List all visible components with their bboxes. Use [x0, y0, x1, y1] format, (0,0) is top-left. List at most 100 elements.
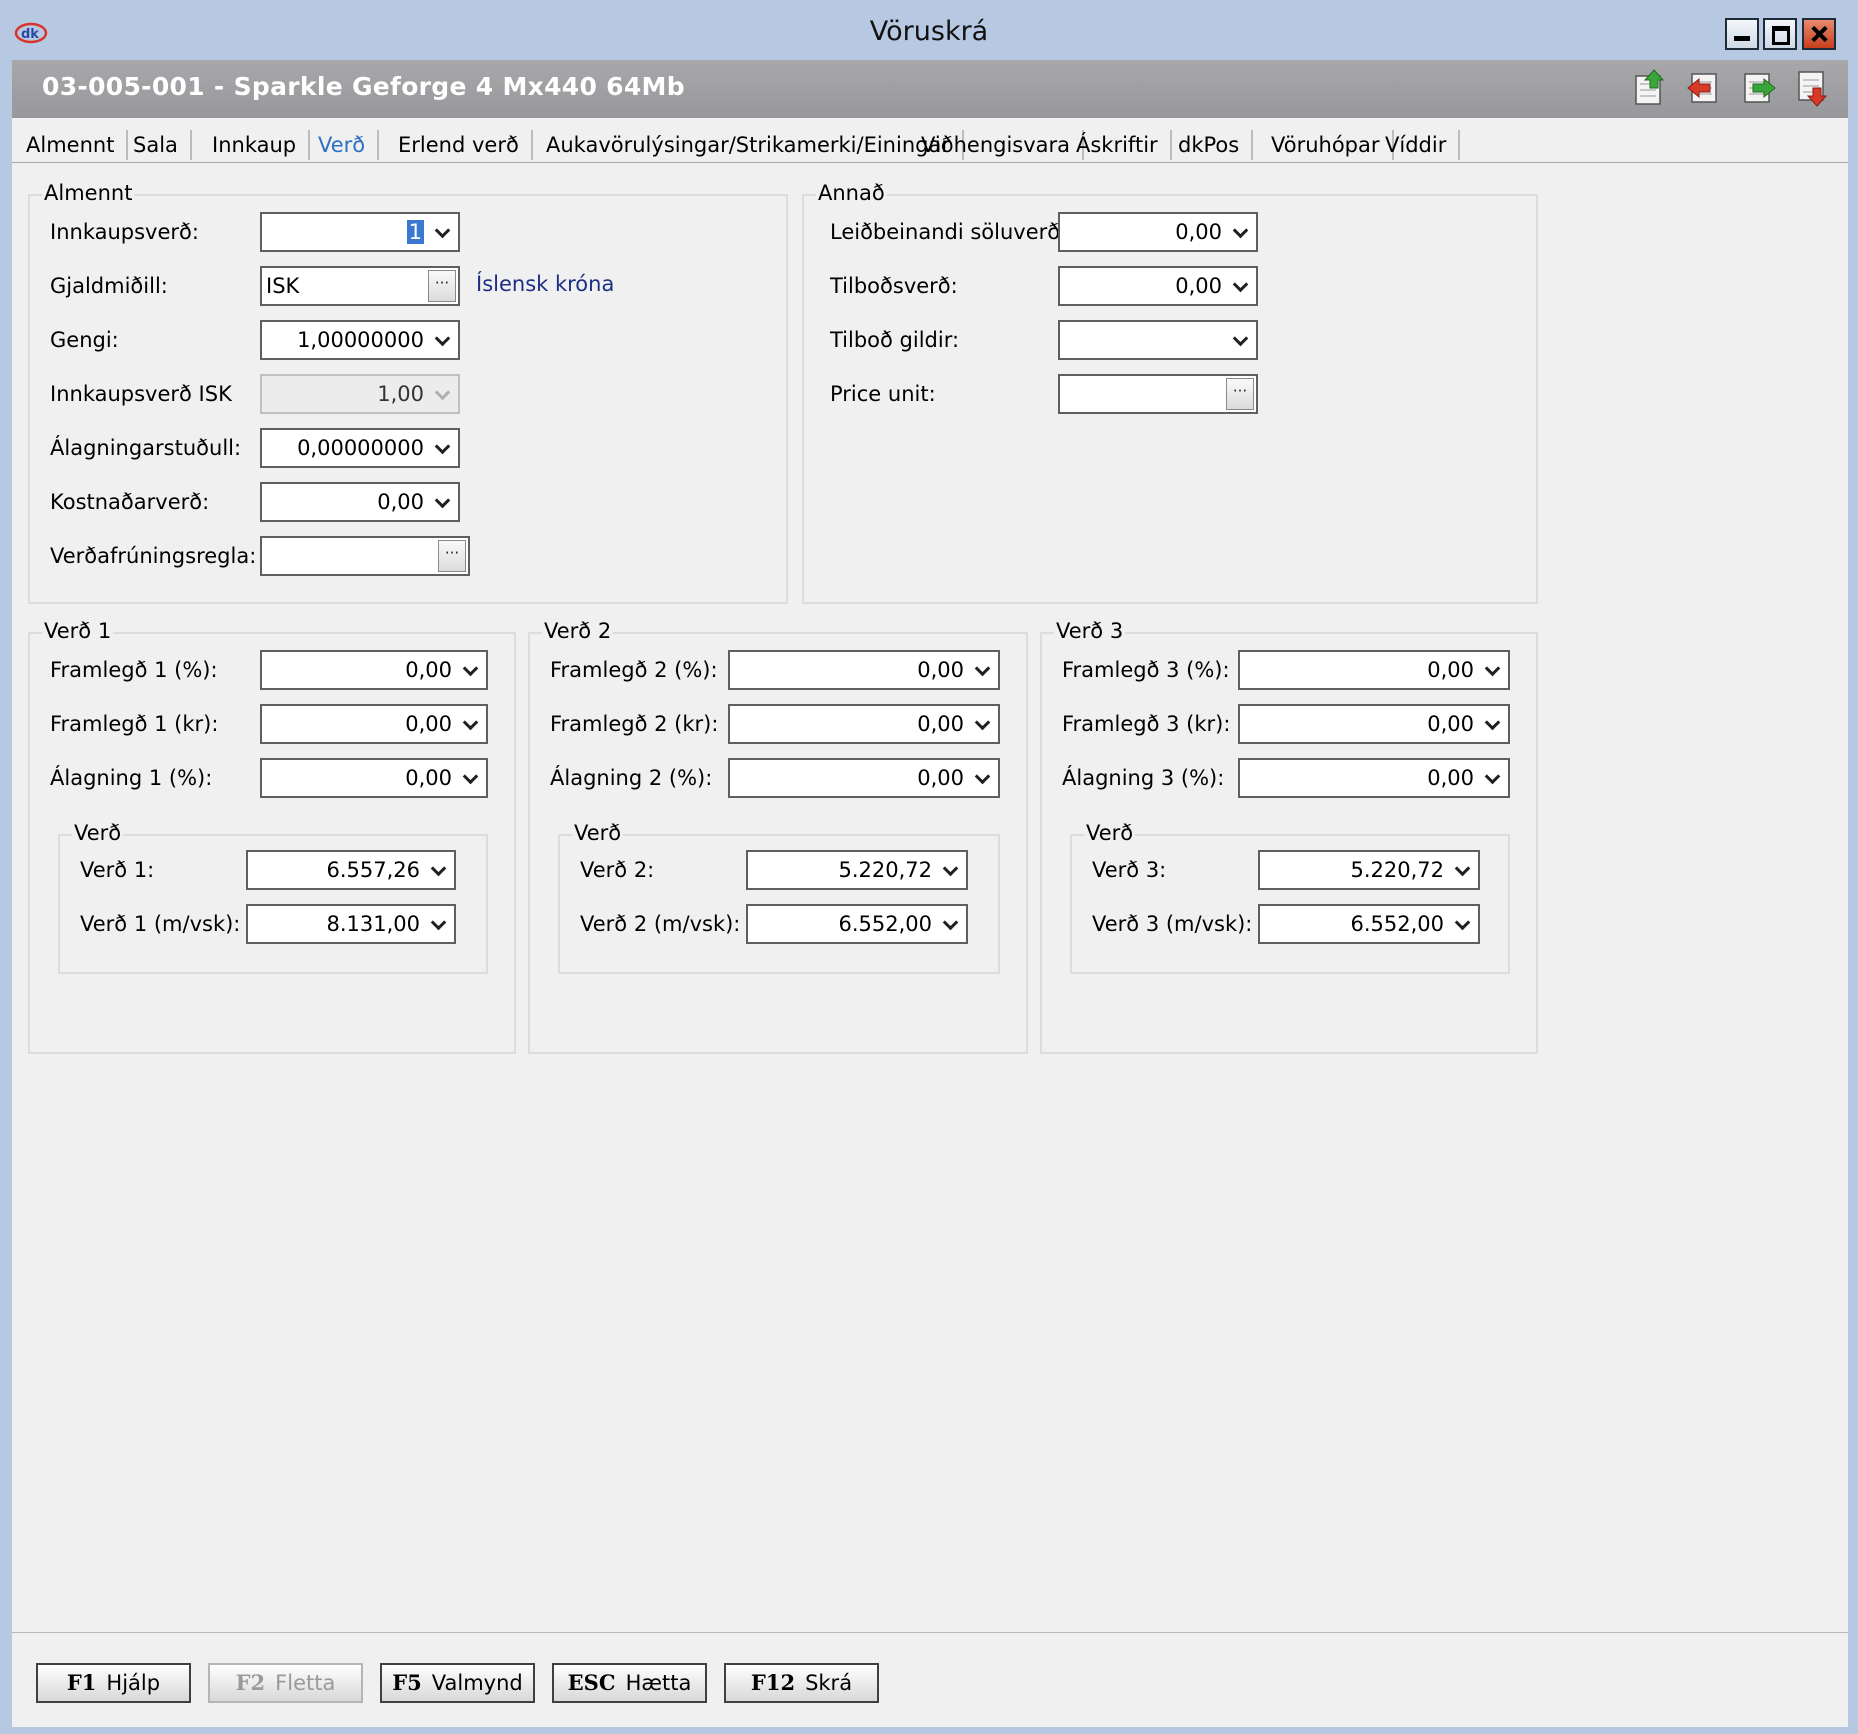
window-title: Vöruskrá — [869, 16, 989, 47]
gjaldmidill-field[interactable]: ISK ··· — [260, 266, 460, 306]
group-verd-1: Verð 1 Framlegð 1 (%): 0,00 Framlegð 1 (… — [28, 619, 516, 1054]
tab-verd[interactable]: Verð — [304, 130, 380, 160]
innkaupsverd-label: Innkaupsverð: — [50, 220, 199, 244]
chevron-down-icon[interactable] — [1454, 915, 1474, 933]
chevron-down-icon[interactable] — [434, 493, 454, 511]
verd-1-vsk-label: Verð 1 (m/vsk): — [80, 912, 241, 936]
innkaupsverd-isk-value: 1,00 — [377, 382, 424, 406]
maximize-button[interactable] — [1763, 18, 1797, 50]
kostnadarverd-value: 0,00 — [377, 490, 424, 514]
gengi-label: Gengi: — [50, 328, 119, 352]
chevron-down-icon[interactable] — [942, 861, 962, 879]
chevron-down-icon[interactable] — [462, 769, 482, 787]
close-button[interactable] — [1802, 18, 1836, 50]
framlegd-3-kr-field[interactable]: 0,00 — [1238, 704, 1510, 744]
minimize-button[interactable] — [1725, 18, 1759, 50]
framlegd-1-pct-field[interactable]: 0,00 — [260, 650, 488, 690]
help-button[interactable]: F1 Hjálp — [36, 1663, 191, 1703]
chevron-down-icon[interactable] — [942, 915, 962, 933]
framlegd-2-kr-field[interactable]: 0,00 — [728, 704, 1000, 744]
chevron-down-icon[interactable] — [1484, 715, 1504, 733]
upload-record-icon[interactable] — [1632, 68, 1668, 108]
browse-button[interactable]: F2 Fletta — [208, 1663, 363, 1703]
download-record-icon[interactable] — [1795, 68, 1831, 108]
chevron-down-icon[interactable] — [1232, 331, 1252, 349]
client-area: 03-005-001 - Sparkle Geforge 4 Mx440 64M… — [12, 60, 1848, 1727]
verd-1-field[interactable]: 6.557,26 — [246, 850, 456, 890]
tab-askriftir[interactable]: Áskriftir — [1062, 130, 1172, 160]
tab-viddir[interactable]: Víddir — [1371, 130, 1461, 160]
chevron-down-icon[interactable] — [1484, 769, 1504, 787]
alagning-1-value: 0,00 — [405, 766, 452, 790]
chevron-down-icon[interactable] — [462, 661, 482, 679]
chevron-down-icon[interactable] — [434, 439, 454, 457]
innkaupsverd-isk-field: 1,00 — [260, 374, 460, 414]
group-verd-3-sub-title: Verð — [1084, 821, 1136, 845]
verd-2-field[interactable]: 5.220,72 — [746, 850, 968, 890]
menu-button[interactable]: F5 Valmynd — [380, 1663, 535, 1703]
group-verd-1-sub: Verð Verð 1: 6.557,26 Verð 1 (m/vsk): 8.… — [58, 821, 488, 974]
alagning-1-label: Álagning 1 (%): — [50, 766, 213, 790]
alagningarstudull-field[interactable]: 0,00000000 — [260, 428, 460, 468]
chevron-down-icon[interactable] — [1454, 861, 1474, 879]
tab-erlend-verd[interactable]: Erlend verð — [384, 130, 533, 160]
alagning-2-field[interactable]: 0,00 — [728, 758, 1000, 798]
group-verd-2-sub-title: Verð — [572, 821, 624, 845]
tab-sala[interactable]: Sala — [119, 130, 192, 160]
innkaupsverd-field[interactable]: 1 — [260, 212, 460, 252]
chevron-down-icon[interactable] — [1232, 223, 1252, 241]
framlegd-1-kr-value: 0,00 — [405, 712, 452, 736]
chevron-down-icon[interactable] — [1232, 277, 1252, 295]
chevron-down-icon[interactable] — [974, 715, 994, 733]
alagning-3-value: 0,00 — [1427, 766, 1474, 790]
tilbod-gildir-field[interactable] — [1058, 320, 1258, 360]
tilbodsverd-label: Tilboðsverð: — [830, 274, 958, 298]
alagning-3-field[interactable]: 0,00 — [1238, 758, 1510, 798]
kostnadarverd-field[interactable]: 0,00 — [260, 482, 460, 522]
verd-2-value: 5.220,72 — [838, 858, 932, 882]
tilbodsverd-field[interactable]: 0,00 — [1058, 266, 1258, 306]
framlegd-2-pct-value: 0,00 — [917, 658, 964, 682]
cancel-button[interactable]: ESC Hætta — [552, 1663, 707, 1703]
verd-3-field[interactable]: 5.220,72 — [1258, 850, 1480, 890]
framlegd-3-pct-field[interactable]: 0,00 — [1238, 650, 1510, 690]
tab-aukavorulysingar[interactable]: Aukavörulýsingar/Strikamerki/Einingar — [532, 130, 964, 160]
group-verd-2-title: Verð 2 — [542, 619, 614, 643]
verdafruningsregla-field[interactable]: ··· — [260, 536, 470, 576]
tab-innkaup[interactable]: Innkaup — [198, 130, 311, 160]
next-record-icon[interactable] — [1741, 68, 1777, 108]
previous-record-icon[interactable] — [1686, 68, 1722, 108]
chevron-down-icon[interactable] — [974, 769, 994, 787]
tab-dkpos[interactable]: dkPos — [1164, 130, 1254, 160]
verd-1-vsk-field[interactable]: 8.131,00 — [246, 904, 456, 944]
ellipsis-icon[interactable]: ··· — [1226, 378, 1254, 410]
price-unit-field[interactable]: ··· — [1058, 374, 1258, 414]
chevron-down-icon[interactable] — [430, 861, 450, 879]
framlegd-1-kr-field[interactable]: 0,00 — [260, 704, 488, 744]
chevron-down-icon[interactable] — [1484, 661, 1504, 679]
tab-almennt[interactable]: Almennt — [12, 130, 129, 160]
chevron-down-icon[interactable] — [974, 661, 994, 679]
framlegd-2-pct-field[interactable]: 0,00 — [728, 650, 1000, 690]
leidbeinandi-label: Leiðbeinandi söluverð: — [830, 220, 1068, 244]
leidbeinandi-field[interactable]: 0,00 — [1058, 212, 1258, 252]
alagning-1-field[interactable]: 0,00 — [260, 758, 488, 798]
tab-vidhengisvara[interactable]: Viðhengisvara — [907, 130, 1085, 160]
gengi-field[interactable]: 1,00000000 — [260, 320, 460, 360]
ellipsis-icon[interactable]: ··· — [428, 270, 456, 302]
verd-1-value: 6.557,26 — [326, 858, 420, 882]
chevron-down-icon[interactable] — [462, 715, 482, 733]
framlegd-2-kr-value: 0,00 — [917, 712, 964, 736]
save-button[interactable]: F12 Skrá — [724, 1663, 879, 1703]
chevron-down-icon[interactable] — [434, 331, 454, 349]
framlegd-2-kr-label: Framlegð 2 (kr): — [550, 712, 719, 736]
chevron-down-icon[interactable] — [430, 915, 450, 933]
framlegd-1-pct-value: 0,00 — [405, 658, 452, 682]
verd-3-vsk-field[interactable]: 6.552,00 — [1258, 904, 1480, 944]
verd-2-vsk-field[interactable]: 6.552,00 — [746, 904, 968, 944]
ellipsis-icon[interactable]: ··· — [438, 540, 466, 572]
chevron-down-icon[interactable] — [434, 223, 454, 241]
group-annad: Annað Leiðbeinandi söluverð: 0,00 Tilboð… — [802, 181, 1538, 604]
currency-name: Íslensk króna — [476, 272, 615, 296]
framlegd-1-kr-label: Framlegð 1 (kr): — [50, 712, 219, 736]
